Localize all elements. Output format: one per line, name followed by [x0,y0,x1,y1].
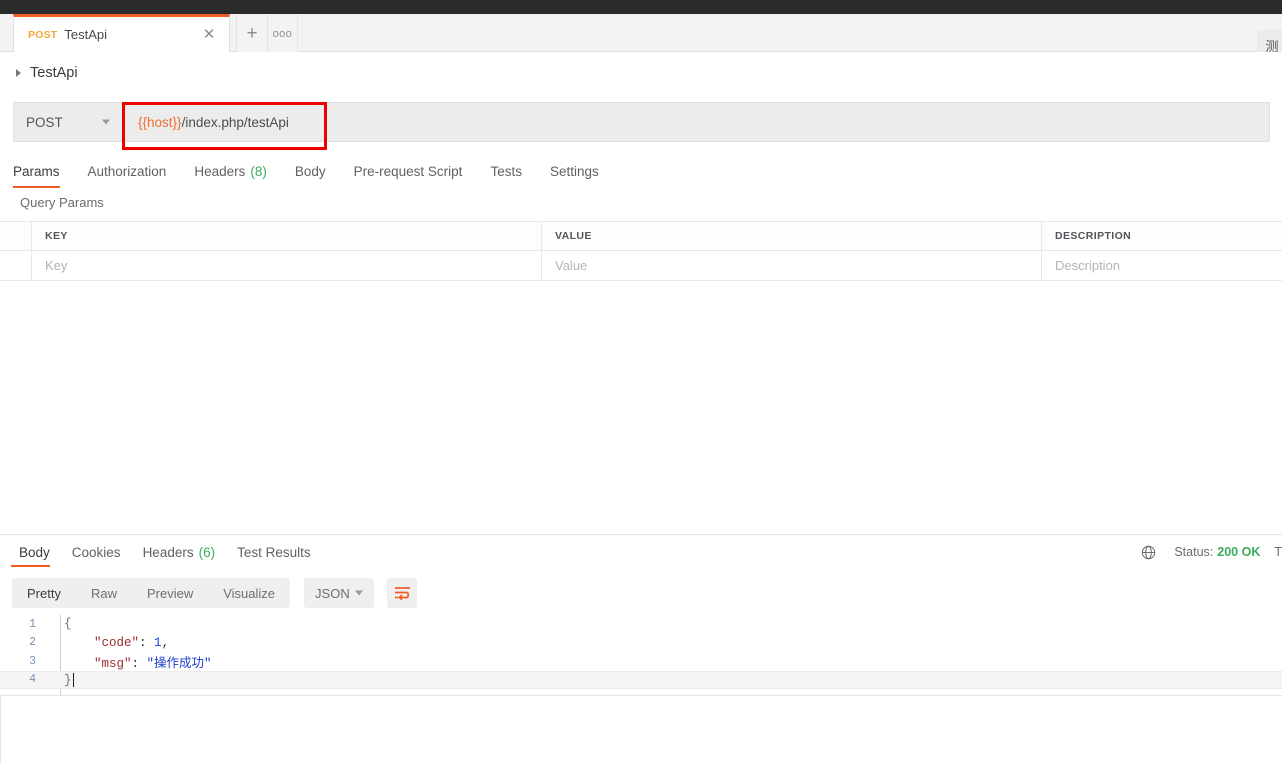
response-tab-headers-count: (6) [198,544,216,560]
json-separator: : [131,656,147,671]
code-line-active: 4 } [0,670,1282,689]
chevron-right-icon[interactable] [16,69,21,77]
tab-pre-request-script-label: Pre-request Script [353,164,463,179]
response-tab-headers-label: Headers [142,544,194,560]
tab-tests[interactable]: Tests [476,155,536,188]
description-input[interactable]: Description [1042,251,1282,280]
line-number: 3 [29,654,36,668]
response-format-label: JSON [315,585,350,601]
row-checkbox[interactable] [0,251,32,280]
tab-headers-label: Headers [194,164,246,179]
close-icon[interactable]: ✕ [201,27,217,43]
code-line: 1 { [0,615,1282,634]
globe-icon[interactable] [1141,545,1156,560]
text-cursor [72,672,75,687]
tab-authorization-label: Authorization [87,164,167,179]
tab-pre-request-script[interactable]: Pre-request Script [340,155,477,188]
line-number: 4 [29,673,36,687]
response-body-editor[interactable]: 1 { 2 "code": 1, 3 "msg": "操作成功" 4 } [0,615,1282,695]
json-separator: : [139,635,155,650]
response-format-select[interactable]: JSON [304,578,375,608]
response-status-area: Status: 200 OK T [1141,542,1282,562]
url-text: {{host}}/index.php/testApi [138,115,289,130]
code-text: "msg": "操作成功" [46,652,212,671]
url-input[interactable]: {{host}}/index.php/testApi [124,102,1270,142]
tab-title-label: TestApi [64,27,108,42]
tab-headers-count: (8) [250,164,267,179]
chevron-down-icon [355,590,364,596]
status-label: Status: [1174,545,1214,559]
query-params-table: KEY VALUE DESCRIPTION Key Value Descript… [0,221,1282,281]
window-title-strip [0,0,1282,14]
response-tab-body[interactable]: Body [8,537,61,567]
word-wrap-icon [394,587,410,600]
left-rail [0,695,1,764]
http-method-select[interactable]: POST [13,102,123,142]
json-number-value: 1 [154,635,162,650]
request-section-tabs: Params Authorization Headers (8) Body Pr… [0,155,1282,188]
response-tab-test-results[interactable]: Test Results [226,537,322,567]
new-tab-button[interactable]: + [236,15,268,52]
url-path: /index.php/testApi [181,114,289,130]
response-tab-test-results-label: Test Results [237,544,311,560]
format-tab-group: Pretty Raw Preview Visualize [12,578,291,608]
tab-body-label: Body [294,164,326,179]
header-value: VALUE [542,222,1042,250]
json-key: "msg" [94,656,132,671]
tab-params-label: Params [13,164,60,179]
tab-settings[interactable]: Settings [536,155,613,188]
line-number: 2 [29,636,36,650]
code-line: 2 "code": 1, [0,634,1282,653]
header-description: DESCRIPTION [1042,222,1282,250]
table-header-row: KEY VALUE DESCRIPTION [0,222,1282,251]
status-badge: 200 OK [1217,545,1261,559]
code-text: } [46,672,75,687]
url-variable: {{host}} [138,114,182,130]
tab-params[interactable]: Params [13,155,74,188]
format-tab-visualize[interactable]: Visualize [208,578,290,608]
editor-bottom-border [0,695,1282,696]
response-tab-headers[interactable]: Headers (6) [132,537,227,567]
http-method-label: POST [26,114,63,130]
code-text: "code": 1, [46,636,169,650]
request-body-empty-area [0,281,1282,535]
line-number: 1 [29,617,36,631]
header-checkbox-cell [0,222,32,250]
json-key: "code" [94,635,140,650]
tab-tests-label: Tests [490,164,522,179]
tab-settings-label: Settings [549,164,599,179]
chevron-down-icon [102,119,110,125]
header-key: KEY [32,222,542,250]
response-divider [0,534,1282,535]
tab-authorization[interactable]: Authorization [74,155,181,188]
response-section-tabs: Body Cookies Headers (6) Test Results [0,537,1282,567]
format-tab-raw[interactable]: Raw [76,578,132,608]
response-tab-body-label: Body [19,544,50,560]
more-options-icon[interactable]: ooo [268,15,298,52]
format-tab-preview[interactable]: Preview [132,578,208,608]
format-tab-pretty[interactable]: Pretty [12,578,76,608]
word-wrap-button[interactable] [387,578,418,608]
key-input[interactable]: Key [32,251,542,280]
table-row[interactable]: Key Value Description [0,251,1282,281]
code-text: { [64,617,72,632]
code-line: 3 "msg": "操作成功" [0,652,1282,671]
response-format-toolbar: Pretty Raw Preview Visualize JSON [12,578,418,608]
tab-body[interactable]: Body [281,155,340,188]
tab-headers[interactable]: Headers (8) [180,155,281,188]
breadcrumb-label: TestApi [30,65,78,81]
response-tab-cookies-label: Cookies [71,544,121,560]
json-close-brace: } [64,672,72,687]
time-label: T [1274,545,1282,559]
tab-bar: POST TestApi ✕ + ooo 测 [0,14,1282,60]
response-tab-cookies[interactable]: Cookies [61,537,132,567]
breadcrumb: TestApi [0,52,1282,94]
request-url-row: POST {{host}}/index.php/testApi [0,94,1282,154]
json-comma: , [161,635,170,650]
tab-method-label: POST [28,28,58,41]
request-tab-testapi[interactable]: POST TestApi ✕ [13,14,230,52]
value-input[interactable]: Value [542,251,1042,280]
query-params-section-label: Query Params [20,195,104,210]
json-string-value: "操作成功" [146,656,212,671]
